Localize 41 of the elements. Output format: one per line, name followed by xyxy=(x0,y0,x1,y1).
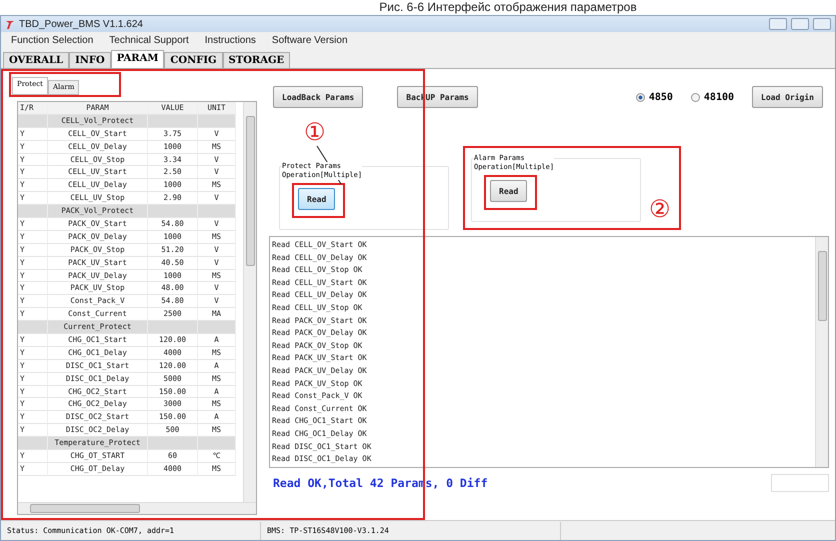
app-logo-icon xyxy=(5,18,15,30)
loadback-params-button[interactable]: LoadBack Params xyxy=(273,86,364,108)
group-row-cell xyxy=(18,321,48,334)
callout-number: ② xyxy=(649,198,671,222)
menu-item[interactable]: Technical Support xyxy=(109,35,189,46)
group-row-cell xyxy=(148,205,198,218)
tab[interactable]: PARAM xyxy=(110,50,164,68)
tab[interactable]: OVERALL xyxy=(3,52,70,68)
radio-label: 4850 xyxy=(648,92,673,102)
callout-number: ① xyxy=(304,121,326,145)
vertical-scrollbar[interactable] xyxy=(815,237,828,467)
radio-button[interactable] xyxy=(636,92,645,102)
maximize-button[interactable] xyxy=(791,18,809,30)
group-row-cell xyxy=(18,437,48,450)
figure-caption: Рис. 6-6 Интерфейс отображения параметров xyxy=(378,0,638,15)
menu-item[interactable]: Function Selection xyxy=(11,35,94,46)
minimize-button[interactable] xyxy=(769,18,787,30)
input-field[interactable] xyxy=(771,474,829,492)
group-row-cell xyxy=(148,114,198,128)
horizontal-scrollbar[interactable] xyxy=(18,502,256,514)
group-row-cell xyxy=(198,205,236,218)
group-row-cell xyxy=(198,321,236,334)
tab[interactable]: STORAGE xyxy=(222,52,290,68)
group-row-cell xyxy=(18,114,48,128)
window-title: TBD_Power_BMS V1.1.624 xyxy=(19,18,144,30)
menu-item[interactable]: Software Version xyxy=(272,35,348,46)
close-button[interactable] xyxy=(813,18,831,30)
tab[interactable]: INFO xyxy=(69,52,111,68)
group-row-cell xyxy=(198,114,236,128)
group-row-cell xyxy=(148,321,198,334)
read-button[interactable]: Read xyxy=(490,180,528,202)
tab[interactable]: CONFIG xyxy=(164,52,223,68)
menu-item[interactable]: Instructions xyxy=(204,35,256,46)
radio-label: 48100 xyxy=(704,92,734,102)
group-row-cell xyxy=(148,437,198,450)
read-button[interactable]: Read xyxy=(298,188,336,210)
radio-button[interactable] xyxy=(690,92,700,102)
vertical-scrollbar[interactable] xyxy=(243,102,256,502)
load-origin-button[interactable]: Load Origin xyxy=(752,86,823,108)
group-row-cell xyxy=(18,205,48,218)
group-row-cell xyxy=(198,437,236,450)
